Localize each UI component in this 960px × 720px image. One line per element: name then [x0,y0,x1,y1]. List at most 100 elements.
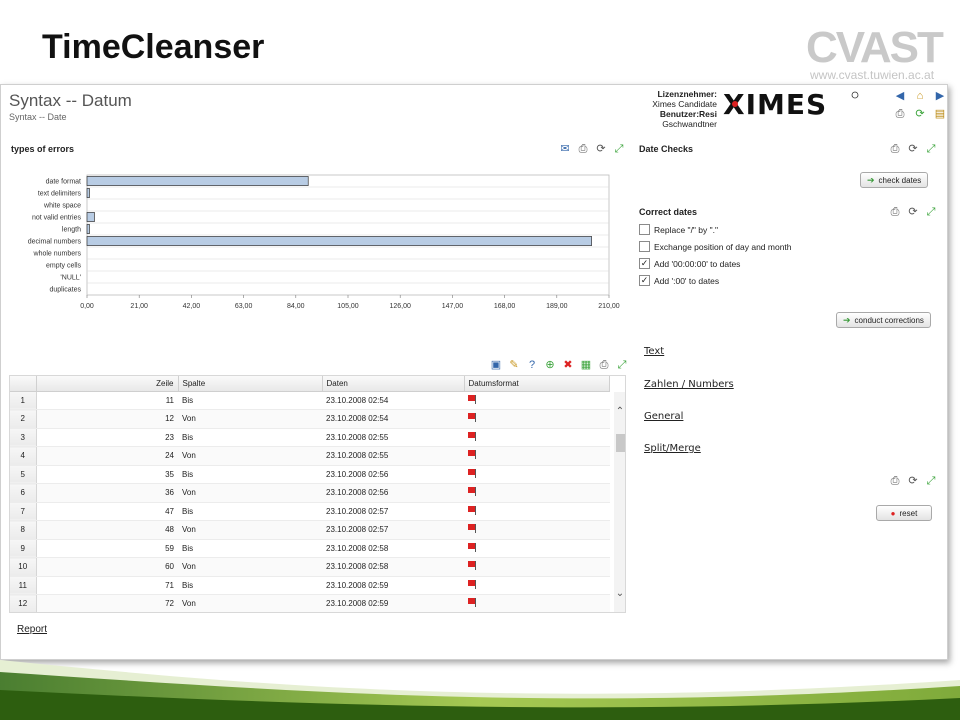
maximize-icon[interactable]: ⤢ [924,474,938,488]
flag-icon [468,524,478,534]
print-icon[interactable]: ⎙ [597,358,611,372]
cell-datumsformat [464,539,610,558]
cell-datumsformat [464,502,610,521]
column-header-rownum[interactable] [10,376,37,392]
checkbox-checked[interactable]: ✓ [639,258,650,269]
app-window: Syntax -- Datum Syntax -- Date Lizenzneh… [0,84,948,660]
x-tick-label: 42,00 [183,303,201,310]
option-replace-slash[interactable]: Replace "/" by "." [639,224,718,235]
cell-spalte: Von [178,594,322,612]
conduct-corrections-button[interactable]: ➔ conduct corrections [836,312,931,328]
column-header-datumsformat[interactable]: Datumsformat [464,376,610,392]
print-icon[interactable]: ⎙ [888,142,902,156]
cell-spalte: Bis [178,576,322,595]
refresh-icon[interactable]: ⟳ [913,107,927,121]
column-header-spalte[interactable]: Spalte [178,376,323,392]
arrow-left-icon[interactable]: ◀ [893,89,907,103]
table-row[interactable]: 10 60 Von 23.10.2008 02:58 [10,557,610,577]
conduct-corrections-label: conduct corrections [854,315,924,325]
table-row[interactable]: 12 72 Von 23.10.2008 02:59 [10,594,610,612]
cell-datumsformat [464,520,610,540]
maximize-icon[interactable]: ⤢ [924,142,938,156]
option-label: Replace "/" by "." [654,224,719,235]
column-header-daten[interactable]: Daten [322,376,465,392]
table-row[interactable]: 7 47 Bis 23.10.2008 02:57 [10,502,610,521]
table-row[interactable]: 11 71 Bis 23.10.2008 02:59 [10,576,610,595]
delete-icon[interactable]: ✖ [561,358,575,372]
bar [86,224,90,234]
print-icon[interactable]: ⎙ [888,474,902,488]
cell-daten: 23.10.2008 02:57 [322,502,464,521]
cvast-logo: CVAST www.cvast.tuwien.ac.at [806,26,944,83]
print-icon[interactable]: ⎙ [893,107,907,121]
bar [86,212,95,222]
report-link[interactable]: Report [17,624,47,635]
reset-label: reset [899,508,918,518]
scroll-thumb[interactable] [616,434,625,452]
cell-zeile: 35 [36,465,178,484]
refresh-icon[interactable]: ⟳ [906,474,920,488]
category-label: text delimiters [38,191,82,198]
table-row[interactable]: 5 35 Bis 23.10.2008 02:56 [10,465,610,484]
cell-daten: 23.10.2008 02:59 [322,594,464,612]
checkbox[interactable] [639,224,650,235]
check-dates-button[interactable]: ➔ check dates [860,172,929,188]
x-tick-label: 147,00 [442,303,464,310]
link-numbers[interactable]: Zahlen / Numbers [644,379,734,390]
help-icon[interactable]: ? [525,358,539,372]
cell-datumsformat [464,594,610,612]
maximize-icon[interactable]: ⤢ [924,205,938,219]
edit-icon[interactable]: ✎ [507,358,521,372]
cell-zeile: 23 [36,428,178,447]
cell-daten: 23.10.2008 02:58 [322,557,464,577]
arrow-right-icon[interactable]: ▶ [933,89,947,103]
refresh-icon[interactable]: ⟳ [906,205,920,219]
table-row[interactable]: 1 11 Bis 23.10.2008 02:54 [10,391,610,410]
cell-datumsformat [464,446,610,466]
export-icon[interactable]: ▤ [933,107,947,121]
comment-icon[interactable]: ✉ [558,142,572,156]
cell-daten: 23.10.2008 02:57 [322,520,464,540]
refresh-icon[interactable]: ⟳ [594,142,608,156]
option-add-seconds[interactable]: ✓ Add ':00' to dates [639,275,719,286]
column-header-zeile[interactable]: Zeile [36,376,179,392]
save-icon[interactable]: ▣ [489,358,503,372]
link-text[interactable]: Text [644,346,664,357]
cell-datumsformat [464,428,610,447]
maximize-icon[interactable]: ⤢ [612,142,626,156]
cell-datumsformat [464,465,610,484]
refresh-icon[interactable]: ⟳ [906,142,920,156]
option-add-time[interactable]: ✓ Add '00:00:00' to dates [639,258,740,269]
print-icon[interactable]: ⎙ [888,205,902,219]
cell-daten: 23.10.2008 02:56 [322,483,464,503]
row-number: 2 [10,409,37,429]
chevron-down-icon[interactable]: ⌄ [614,588,625,599]
option-exchange-day-month[interactable]: Exchange position of day and month [639,241,792,252]
add-icon[interactable]: ⊕ [543,358,557,372]
table-row[interactable]: 6 36 Von 23.10.2008 02:56 [10,483,610,503]
checkbox-checked[interactable]: ✓ [639,275,650,286]
row-number: 10 [10,557,37,577]
link-split-merge[interactable]: Split/Merge [644,443,701,454]
category-label: duplicates [49,287,81,294]
checkbox[interactable] [639,241,650,252]
flag-icon [468,561,478,571]
cell-spalte: Bis [178,428,322,447]
table-row[interactable]: 8 48 Von 23.10.2008 02:57 [10,520,610,540]
home-icon[interactable]: ⌂ [913,89,927,103]
correct-dates-toolbar: ⎙ ⟳ ⤢ [888,205,938,219]
table-scrollbar[interactable]: ⌃ ⌄ [614,392,625,612]
bar [86,176,309,186]
excel-icon[interactable]: ▦ [579,358,593,372]
table-row[interactable]: 9 59 Bis 23.10.2008 02:58 [10,539,610,558]
chevron-up-icon[interactable]: ⌃ [614,406,625,417]
reset-button[interactable]: ● reset [876,505,932,521]
print-icon[interactable]: ⎙ [576,142,590,156]
table-row[interactable]: 3 23 Bis 23.10.2008 02:55 [10,428,610,447]
cell-zeile: 24 [36,446,178,466]
table-row[interactable]: 4 24 Von 23.10.2008 02:55 [10,446,610,466]
maximize-icon[interactable]: ⤢ [615,358,629,372]
table-row[interactable]: 2 12 Von 23.10.2008 02:54 [10,409,610,429]
link-general[interactable]: General [644,411,683,422]
x-tick-label: 105,00 [337,303,359,310]
